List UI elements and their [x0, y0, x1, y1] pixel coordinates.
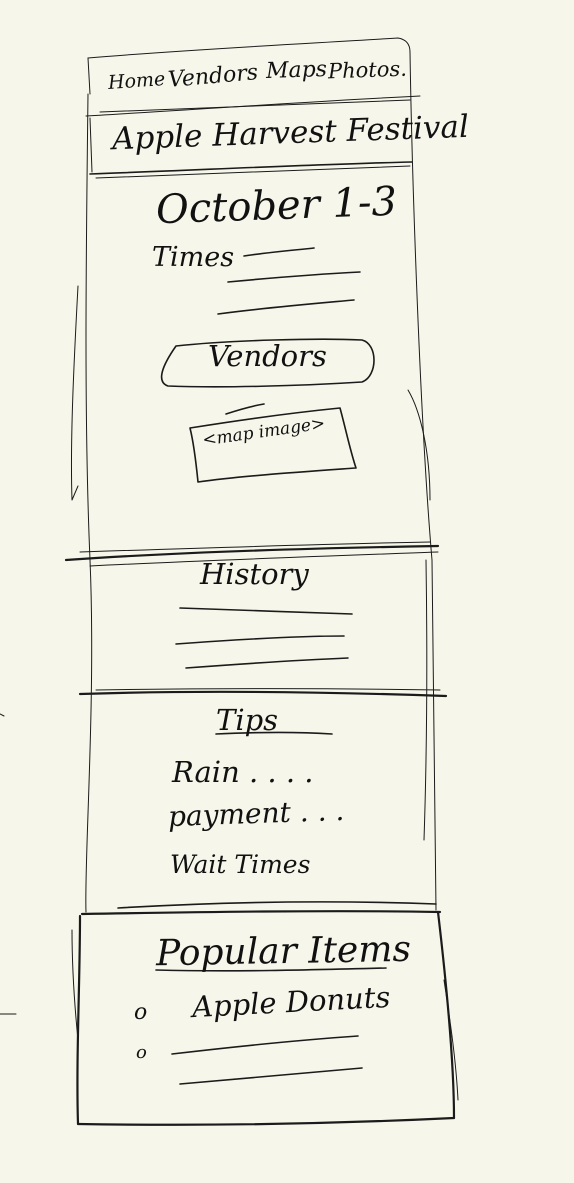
title-box-left — [89, 117, 93, 173]
history-heading: History — [200, 557, 309, 591]
bottom-frame-bottom — [76, 1116, 456, 1126]
popular-divider-2 — [117, 901, 437, 909]
times-line-2 — [227, 271, 361, 283]
bottom-frame-left — [76, 914, 82, 1126]
popular-line-2 — [179, 1067, 363, 1085]
popular-divider — [80, 910, 442, 916]
outer-frame-left-top — [87, 57, 91, 95]
tips-heading: Tips — [216, 703, 279, 737]
nav-home[interactable]: Home — [107, 68, 166, 94]
times-line-1 — [243, 247, 315, 257]
tips-divider-2 — [95, 688, 441, 691]
tip-item-rain: Rain . . . . — [172, 755, 314, 789]
tip-item-wait-times: Wait Times — [170, 850, 311, 879]
vendors-button[interactable]: Vendors — [208, 342, 327, 371]
popular-items-heading: Popular Items — [155, 928, 412, 975]
times-line-3 — [217, 299, 355, 315]
lower-frame-left — [85, 559, 93, 913]
lower-frame-right-2 — [423, 559, 428, 841]
map-image-scribble — [225, 403, 265, 415]
outer-frame-top — [87, 37, 411, 59]
left-sketch-mark — [70, 285, 79, 501]
times-label: Times — [152, 242, 235, 273]
bottom-frame-left-2 — [71, 929, 79, 1041]
lower-frame-right — [431, 559, 437, 911]
tip-item-payment: payment . . . — [167, 793, 345, 834]
bottom-frame-right — [436, 910, 456, 1120]
tips-divider — [78, 690, 448, 698]
history-line-3 — [185, 657, 349, 669]
popular-line-1 — [171, 1035, 359, 1055]
bullet-icon: o — [136, 1042, 147, 1063]
bullet-icon: o — [134, 1000, 148, 1025]
event-dates: October 1-3 — [155, 178, 398, 234]
nav-divider-2 — [99, 99, 411, 113]
history-line-2 — [175, 635, 345, 645]
outer-frame-left — [85, 93, 91, 561]
nav-photos[interactable]: Photos. — [328, 57, 408, 84]
history-line-1 — [179, 607, 353, 615]
nav-maps[interactable]: Maps — [266, 57, 328, 84]
margin-mark-left-2 — [0, 713, 5, 717]
